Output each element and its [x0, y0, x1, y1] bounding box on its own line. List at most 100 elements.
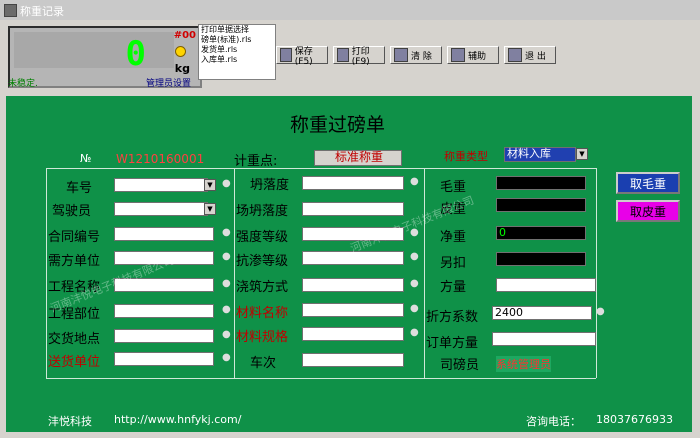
strength-label: 强度等级: [236, 230, 289, 245]
contract-no-input[interactable]: [114, 227, 214, 241]
gear-icon[interactable]: ●: [410, 278, 420, 290]
footer-phone: 18037676933: [596, 413, 673, 426]
title-bar: 称重记录: [0, 0, 700, 21]
clear-icon: [394, 48, 408, 62]
weigh-type-label: 称重类型: [444, 150, 488, 163]
operator-label: 司磅员: [440, 358, 480, 373]
trip-input[interactable]: [302, 353, 404, 367]
site-slump-label: 场坍落度: [236, 204, 289, 219]
print-list-item[interactable]: 磅单(标准).rls: [201, 35, 275, 45]
clear-button[interactable]: 清 除: [390, 46, 442, 64]
grid-line: [424, 168, 425, 378]
gear-icon[interactable]: ●: [410, 176, 420, 188]
print-list-item[interactable]: 发货单.rls: [201, 45, 275, 55]
print-list-item[interactable]: 入库单.rls: [201, 55, 275, 65]
gear-icon[interactable]: ●: [222, 352, 232, 364]
footer-phone-label: 咨询电话：: [526, 415, 581, 428]
material-name-input[interactable]: [302, 303, 404, 317]
grid-line: [46, 378, 596, 379]
net-value: 0: [496, 226, 586, 240]
chevron-down-icon[interactable]: ▼: [204, 203, 216, 215]
mode-field: 标准称重: [314, 150, 402, 166]
ticket-no-label: №: [80, 152, 92, 165]
project-part-input[interactable]: [114, 304, 214, 318]
driver-label: 驾驶员: [52, 204, 92, 219]
factor-input[interactable]: 2400: [492, 306, 592, 320]
material-spec-input[interactable]: [302, 327, 404, 341]
get-gross-button[interactable]: 取毛重: [616, 172, 680, 194]
volume-input[interactable]: [496, 278, 596, 292]
window-title: 称重记录: [20, 5, 64, 18]
weight-value: 0: [125, 34, 146, 74]
toolbar: 0 #00 kg 未稳定. 管理员设置 打印单据选择 磅单(标准).rls 发货…: [0, 20, 700, 92]
admin-settings-link[interactable]: 管理员设置: [146, 76, 191, 89]
stability-status: 未稳定.: [8, 79, 38, 89]
floppy-icon: [280, 48, 292, 62]
print-list-title: 打印单据选择: [201, 25, 249, 34]
print-button[interactable]: 打印(F9): [333, 46, 385, 67]
slump-label: 坍落度: [250, 178, 290, 193]
gear-icon[interactable]: ●: [222, 278, 232, 290]
gear-icon[interactable]: ●: [410, 303, 420, 315]
form-title: 称重过磅单: [290, 114, 386, 136]
tare-value: [496, 198, 586, 212]
operator-value: 系统管理员: [496, 356, 551, 372]
gear-icon[interactable]: ●: [222, 178, 232, 190]
pour-method-input[interactable]: [302, 278, 404, 292]
plate-input[interactable]: [114, 178, 208, 192]
order-volume-input[interactable]: [492, 332, 596, 346]
exit-button[interactable]: 退 出: [504, 46, 556, 64]
material-name-label: 材料名称: [236, 306, 289, 321]
chevron-down-icon[interactable]: ▼: [204, 179, 216, 191]
footer-url[interactable]: http://www.hnfykj.com/: [114, 413, 241, 426]
grid-line: [46, 168, 47, 378]
footer: 沣悦科技 http://www.hnfykj.com/ 咨询电话： 180376…: [6, 408, 692, 432]
weigh-type-select[interactable]: 材料入库: [504, 147, 576, 162]
chevron-down-icon[interactable]: ▼: [576, 148, 588, 160]
delivery-place-label: 交货地点: [48, 332, 101, 347]
site-slump-input[interactable]: [302, 202, 404, 216]
net-label: 净重: [440, 230, 467, 245]
driver-input[interactable]: [114, 202, 208, 216]
gear-icon[interactable]: ●: [222, 227, 232, 239]
mode-label: 计重点:: [234, 154, 278, 169]
weight-panel: 0: [14, 32, 174, 74]
save-button[interactable]: 保存(F5): [276, 46, 328, 67]
gear-icon[interactable]: ●: [222, 329, 232, 341]
gear-icon[interactable]: ●: [222, 251, 232, 263]
supplier-label: 送货单位: [48, 355, 101, 370]
buyer-label: 需方单位: [48, 254, 101, 269]
gear-icon[interactable]: ●: [596, 306, 606, 318]
footer-company: 沣悦科技: [48, 415, 92, 428]
gear-icon[interactable]: ●: [222, 304, 232, 316]
gear-icon[interactable]: ●: [410, 327, 420, 339]
help-button[interactable]: 辅助: [447, 46, 499, 64]
factor-label: 折方系数: [426, 310, 479, 325]
volume-label: 方量: [440, 280, 467, 295]
grid-line: [596, 168, 597, 378]
printer-icon: [337, 48, 349, 62]
weighing-form: 称重过磅单 № W1210160001 计重点: 标准称重 称重类型 材料入库 …: [6, 96, 692, 408]
deduction-label: 另扣: [440, 256, 467, 271]
weight-unit: kg: [174, 62, 190, 75]
exit-icon: [508, 48, 522, 62]
grid-line: [46, 168, 596, 169]
gross-value: [496, 176, 586, 190]
plate-label: 车号: [66, 181, 93, 196]
pour-method-label: 浇筑方式: [236, 280, 289, 295]
slump-input[interactable]: [302, 176, 404, 190]
ticket-no-value: W1210160001: [116, 152, 205, 166]
order-volume-label: 订单方量: [426, 336, 479, 351]
get-tare-button[interactable]: 取皮重: [616, 200, 680, 222]
gear-icon[interactable]: ●: [410, 251, 420, 263]
scale-code: #00: [173, 30, 196, 41]
supplier-input[interactable]: [114, 352, 214, 366]
delivery-place-input[interactable]: [114, 329, 214, 343]
grid-line: [234, 168, 235, 378]
material-spec-label: 材料规格: [236, 330, 289, 345]
gross-label: 毛重: [440, 180, 467, 195]
app-icon: [4, 4, 17, 17]
status-led-icon: [175, 46, 186, 57]
deduction-value: [496, 252, 586, 266]
print-template-list[interactable]: 打印单据选择 磅单(标准).rls 发货单.rls 入库单.rls: [198, 24, 276, 80]
